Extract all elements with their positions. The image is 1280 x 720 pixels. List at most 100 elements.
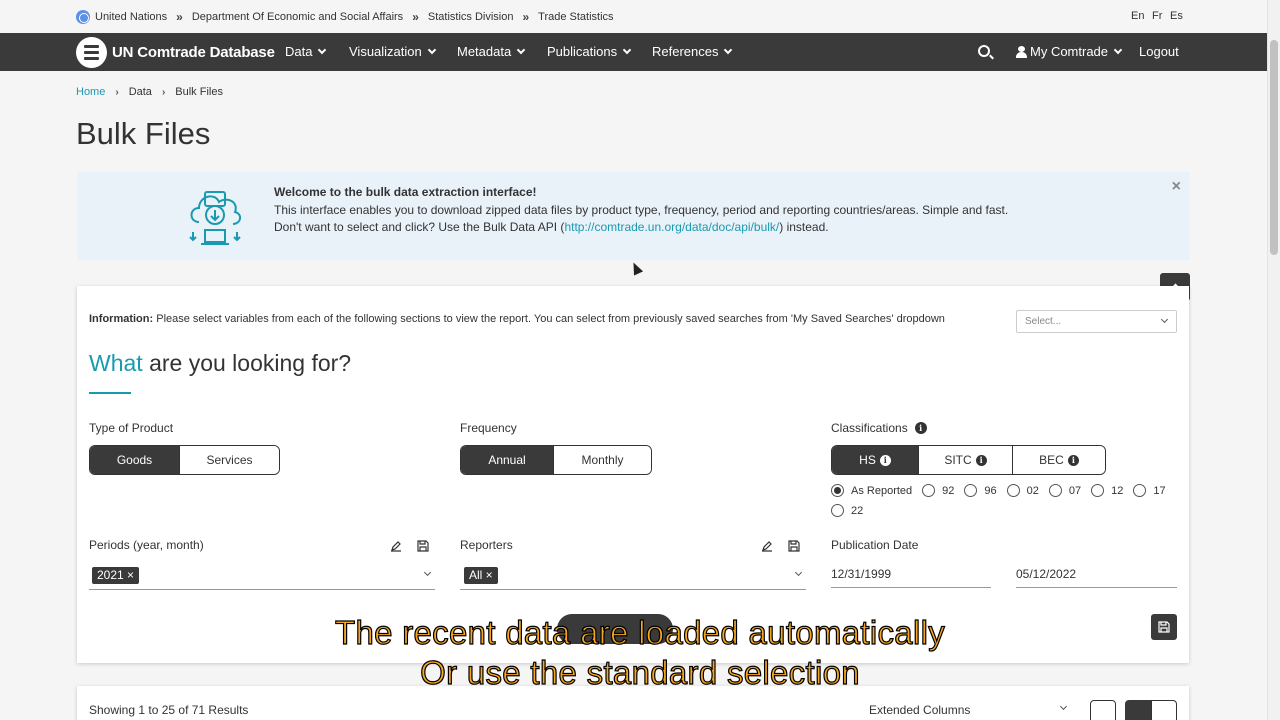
top-crumb-desa[interactable]: Department Of Economic and Social Affair… (192, 11, 403, 23)
reporter-chip[interactable]: All × (464, 567, 498, 584)
radio-22[interactable]: 22 (831, 504, 863, 517)
radio-02-label: 02 (1026, 484, 1039, 497)
frequency-toggle: Annual Monthly (460, 445, 652, 475)
banner-line2-pre: Don't want to select and click? Use the … (274, 220, 565, 234)
lang-fr[interactable]: Fr (1152, 10, 1162, 22)
radio-button[interactable] (831, 504, 844, 517)
welcome-banner: Welcome to the bulk data extraction inte… (77, 172, 1189, 260)
radio-button[interactable] (1091, 484, 1105, 497)
period-chip-label: 2021 (97, 568, 124, 582)
info-icon[interactable]: i (879, 454, 891, 466)
nav-my-comtrade[interactable]: My Comtrade (1016, 44, 1123, 59)
radio-92[interactable]: 92 (922, 484, 954, 497)
chevron-right-icon: › (161, 86, 166, 98)
radio-button[interactable] (922, 484, 936, 497)
top-crumb-united-nations[interactable]: United Nations (95, 11, 167, 23)
double-chevron-icon: » (176, 10, 183, 24)
radio-button[interactable] (1048, 484, 1062, 497)
banner-line2-post: ) instead. (779, 220, 829, 234)
section-heading: What are you looking for? (89, 350, 351, 377)
info-icon[interactable]: i (914, 422, 927, 434)
chevron-right-icon: › (115, 86, 119, 98)
classifications-label: Classifications (831, 421, 908, 435)
radio-12[interactable]: 12 (1091, 484, 1123, 497)
frequency-label: Frequency (460, 421, 517, 435)
user-icon (1016, 45, 1027, 58)
brand-link[interactable]: UN Comtrade Database (76, 37, 275, 68)
radio-button[interactable] (1006, 484, 1020, 497)
monthly-option[interactable]: Monthly (554, 446, 651, 474)
comtrade-logo-icon (76, 37, 107, 68)
radio-button[interactable] (1133, 484, 1147, 497)
close-icon[interactable]: × (1172, 178, 1181, 196)
annual-option[interactable]: Annual (461, 446, 554, 474)
edit-icon[interactable] (761, 540, 773, 552)
scrollbar-thumb[interactable] (1270, 40, 1278, 255)
top-crumb-trade-statistics[interactable]: Trade Statistics (538, 11, 613, 23)
radio-button[interactable] (831, 484, 844, 497)
services-option[interactable]: Services (180, 446, 279, 474)
nav-publications-label: Publications (547, 44, 618, 59)
radio-96[interactable]: 96 (964, 484, 997, 497)
bec-option[interactable]: BEC i (1013, 446, 1105, 474)
subtitle-line-1: The recent data are loaded automatically (334, 613, 946, 651)
classifications-label-row: Classifications i (831, 421, 927, 435)
double-chevron-icon: » (522, 10, 530, 24)
double-chevron-icon: » (412, 10, 419, 24)
publication-date-from[interactable]: 12/31/1999 (831, 560, 991, 588)
banner-line2: Don't want to select and click? Use the … (274, 219, 1008, 237)
search-icon[interactable] (978, 45, 990, 57)
classifications-toggle: HS i SITC i BEC i (831, 445, 1106, 475)
nav-my-comtrade-label: My Comtrade (1030, 44, 1109, 59)
logout-link[interactable]: Logout (1139, 44, 1179, 59)
nav-metadata[interactable]: Metadata (457, 44, 526, 59)
hs-option[interactable]: HS i (832, 446, 919, 474)
breadcrumb-data[interactable]: Data (129, 86, 152, 98)
publication-date-to[interactable]: 05/12/2022 (1016, 560, 1177, 588)
lang-es[interactable]: Es (1170, 10, 1183, 22)
info-icon[interactable]: i (1067, 454, 1079, 466)
radio-22-label: 22 (851, 504, 864, 517)
periods-label: Periods (year, month) (89, 538, 204, 552)
radio-as-reported[interactable]: As Reported (831, 484, 912, 497)
lang-en[interactable]: En (1131, 10, 1144, 22)
sitc-option[interactable]: SITC i (919, 446, 1013, 474)
top-crumb-statistics-division[interactable]: Statistics Division (428, 11, 514, 23)
info-button[interactable] (1090, 700, 1116, 720)
reporters-select[interactable]: All × (460, 558, 806, 590)
goods-option[interactable]: Goods (90, 446, 180, 474)
list-view-icon[interactable] (1125, 700, 1151, 720)
heading-underline (89, 392, 131, 394)
info-icon[interactable]: i (975, 454, 987, 466)
publication-date-label: Publication Date (831, 538, 919, 552)
hs-version-radios-row2: 22 (831, 504, 873, 517)
nav-visualization[interactable]: Visualization (349, 44, 437, 59)
radio-button[interactable] (964, 484, 978, 497)
radio-17[interactable]: 17 (1133, 484, 1166, 497)
nav-data[interactable]: Data (285, 44, 327, 59)
breadcrumb-bulk-files: Bulk Files (175, 86, 223, 98)
periods-select[interactable]: 2021 × (89, 558, 435, 590)
page-scrollbar[interactable] (1267, 0, 1280, 720)
grid-view-icon[interactable] (1151, 700, 1177, 720)
nav-publications[interactable]: Publications (547, 44, 632, 59)
bulk-api-link[interactable]: http://comtrade.un.org/data/doc/api/bulk… (564, 220, 779, 234)
type-of-product-label: Type of Product (89, 421, 174, 435)
breadcrumb-home[interactable]: Home (76, 86, 105, 98)
radio-07[interactable]: 07 (1048, 484, 1081, 497)
saved-searches-select[interactable]: Select... (1016, 310, 1177, 333)
chevron-down-icon (423, 568, 432, 577)
chevron-down-icon (427, 45, 437, 54)
nav-references[interactable]: References (652, 44, 733, 59)
save-icon[interactable] (417, 540, 429, 552)
banner-line1: This interface enables you to download z… (274, 202, 1009, 217)
breadcrumb: Home › Data › Bulk Files (76, 86, 223, 98)
save-icon[interactable] (788, 540, 800, 552)
edit-icon[interactable] (390, 540, 402, 552)
radio-02[interactable]: 02 (1006, 484, 1039, 497)
radio-17-label: 17 (1153, 484, 1166, 497)
results-count: Showing 1 to 25 of 71 Results (89, 703, 249, 717)
extended-columns-select[interactable]: Extended Columns (869, 703, 970, 717)
period-chip[interactable]: 2021 × (92, 567, 140, 584)
hs-label: HS (859, 453, 876, 467)
